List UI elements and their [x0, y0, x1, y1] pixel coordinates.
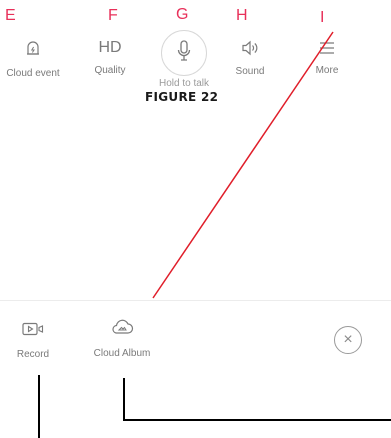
callout-letter-h: H: [236, 7, 248, 24]
cloud-event-label: Cloud event: [6, 68, 60, 79]
more-button[interactable]: More: [312, 41, 342, 77]
callout-letter-f: F: [108, 7, 118, 24]
cloud-album-button[interactable]: Cloud Album: [86, 318, 158, 360]
talk-label: Hold to talk: [158, 78, 210, 89]
bottom-toolbar: [0, 300, 391, 381]
figure-caption: FIGURE 22: [145, 90, 219, 104]
cloud-event-button[interactable]: Cloud event: [6, 40, 60, 80]
sound-button[interactable]: Sound: [233, 40, 267, 78]
record-label: Record: [16, 349, 50, 360]
sound-label: Sound: [235, 66, 265, 77]
cloud-album-label: Cloud Album: [93, 348, 151, 359]
more-label: More: [315, 65, 339, 76]
menu-icon: [319, 41, 335, 59]
top-toolbar: Cloud event HD Quality Hold to talk Soun…: [0, 28, 391, 98]
speaker-icon: [241, 40, 259, 60]
cloud-album-icon: [110, 318, 134, 340]
callout-letter-e: E: [5, 7, 16, 24]
microphone-icon: [177, 40, 191, 66]
quality-label: Quality: [94, 65, 126, 77]
record-button[interactable]: Record: [11, 322, 55, 361]
callout-letter-g: G: [176, 6, 189, 23]
video-record-icon: [22, 322, 44, 340]
talk-button[interactable]: Hold to talk: [158, 30, 210, 90]
callout-letter-i: I: [320, 9, 325, 26]
talk-circle[interactable]: [161, 30, 207, 76]
quality-button[interactable]: HD Quality: [92, 38, 128, 77]
bell-bolt-icon: [25, 40, 41, 62]
close-button[interactable]: ×: [334, 326, 362, 354]
leader-line-cloud-album: [123, 378, 391, 421]
close-icon: ×: [343, 331, 353, 348]
quality-value: HD: [98, 39, 122, 56]
